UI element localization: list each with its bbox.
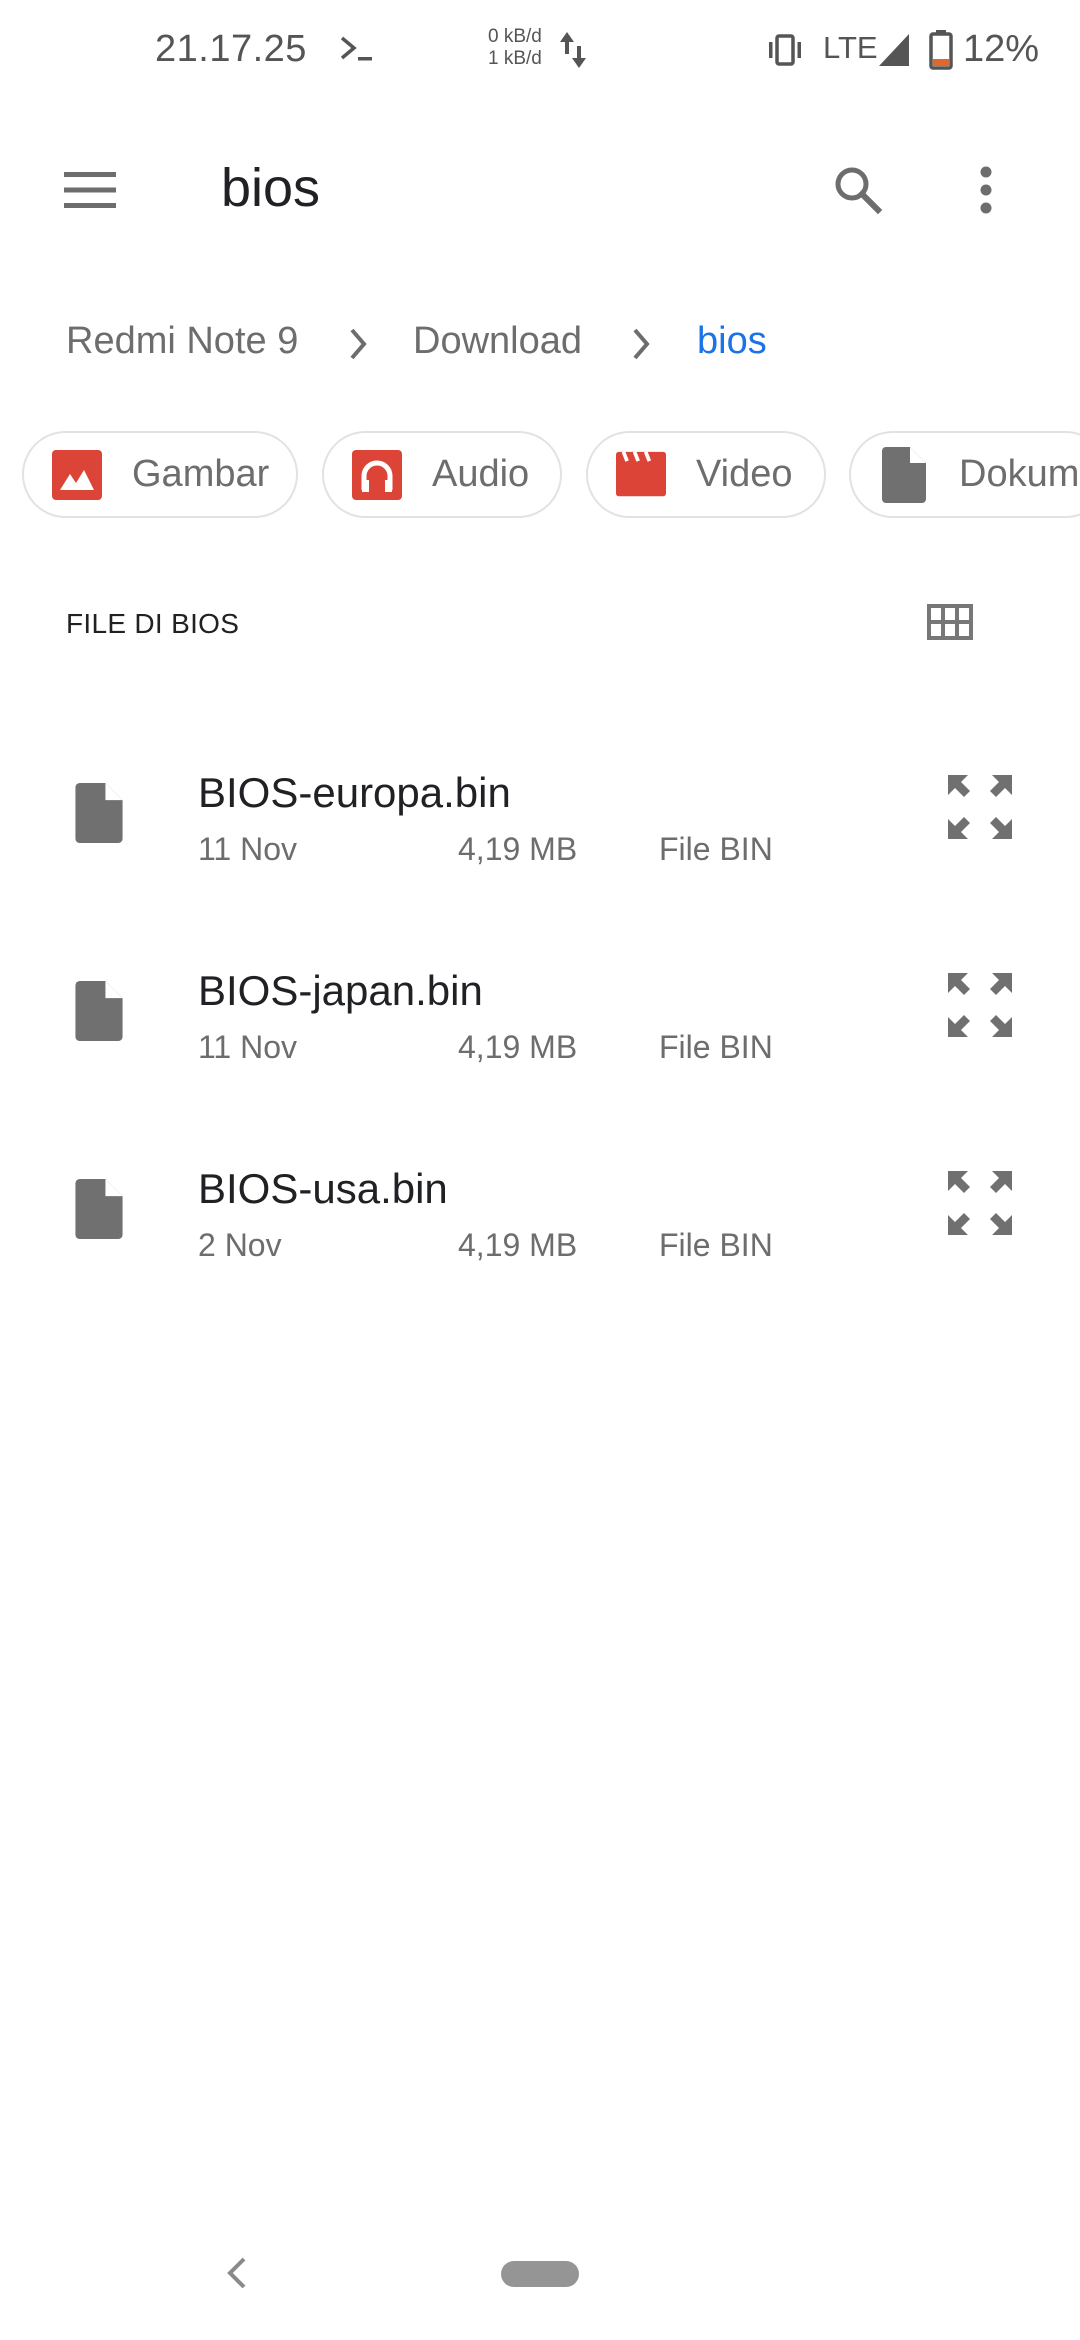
view-toggle-button[interactable] xyxy=(918,592,982,652)
chip-label: Audio xyxy=(432,453,530,495)
data-transfer-icon xyxy=(558,30,588,75)
chip-label: Video xyxy=(696,453,793,495)
chip-video[interactable]: Video xyxy=(586,431,826,518)
file-date: 11 Nov xyxy=(198,1029,298,1065)
chip-gambar[interactable]: Gambar xyxy=(22,431,298,518)
file-size: 4,19 MB xyxy=(458,1029,578,1065)
vibrate-icon xyxy=(765,34,805,71)
network-speed: 0 kB/d 1 kB/d xyxy=(488,26,542,70)
chip-label: Dokum xyxy=(959,453,1080,495)
back-chevron-icon xyxy=(227,2257,246,2289)
chip-dokumen[interactable]: Dokum xyxy=(849,431,1080,518)
fullscreen-expand-icon xyxy=(948,1171,1012,1235)
search-button[interactable] xyxy=(826,158,890,222)
section-title: FILE DI BIOS xyxy=(66,608,240,639)
file-row[interactable]: BIOS-japan.bin 11 Nov 4,19 MB File BIN xyxy=(0,953,1080,1123)
menu-button[interactable] xyxy=(60,160,120,220)
network-type: LTE xyxy=(823,30,878,65)
hamburger-menu-icon xyxy=(64,172,116,208)
file-name: BIOS-europa.bin xyxy=(198,769,511,816)
chevron-right-icon xyxy=(346,326,370,367)
status-time: 21.17.25 xyxy=(155,28,307,70)
fullscreen-expand-icon xyxy=(948,775,1012,839)
file-row[interactable]: BIOS-usa.bin 2 Nov 4,19 MB File BIN xyxy=(0,1151,1080,1321)
document-icon xyxy=(879,446,929,503)
more-options-button[interactable] xyxy=(956,158,1016,222)
breadcrumb-item-download[interactable]: Download xyxy=(413,320,582,363)
net-up-speed: 0 kB/d xyxy=(488,26,542,47)
net-down-speed: 1 kB/d xyxy=(488,48,542,69)
page-title: bios xyxy=(221,158,321,218)
expand-preview-button[interactable] xyxy=(940,767,1020,847)
file-type: File BIN xyxy=(659,831,773,867)
search-icon xyxy=(835,167,883,215)
chevron-right-icon xyxy=(629,326,653,367)
clapperboard-icon xyxy=(616,450,666,500)
fullscreen-expand-icon xyxy=(948,973,1012,1037)
home-pill-icon[interactable] xyxy=(501,2261,579,2287)
file-icon xyxy=(75,783,123,843)
battery-icon xyxy=(928,30,954,75)
chip-audio[interactable]: Audio xyxy=(322,431,562,518)
signal-icon xyxy=(877,32,911,73)
headphones-icon xyxy=(352,449,402,500)
chip-label: Gambar xyxy=(132,453,270,495)
breadcrumb-item-current[interactable]: bios xyxy=(697,320,767,363)
terminal-icon xyxy=(338,28,378,77)
more-vert-icon xyxy=(980,166,992,214)
breadcrumb-item-device[interactable]: Redmi Note 9 xyxy=(66,320,298,363)
grid-view-icon xyxy=(927,604,973,640)
file-row[interactable]: BIOS-europa.bin 11 Nov 4,19 MB File BIN xyxy=(0,755,1080,925)
file-size: 4,19 MB xyxy=(458,831,578,867)
file-type: File BIN xyxy=(659,1029,773,1065)
file-name: BIOS-japan.bin xyxy=(198,967,483,1014)
file-type: File BIN xyxy=(659,1227,773,1263)
expand-preview-button[interactable] xyxy=(940,965,1020,1045)
expand-preview-button[interactable] xyxy=(940,1163,1020,1243)
nav-back-button[interactable] xyxy=(214,2248,258,2298)
file-size: 4,19 MB xyxy=(458,1227,578,1263)
file-icon xyxy=(75,981,123,1041)
file-name: BIOS-usa.bin xyxy=(198,1165,448,1212)
file-icon xyxy=(75,1179,123,1239)
battery-percent: 12% xyxy=(963,28,1040,70)
file-date: 2 Nov xyxy=(198,1227,282,1263)
file-date: 11 Nov xyxy=(198,831,298,867)
image-icon xyxy=(52,449,102,500)
